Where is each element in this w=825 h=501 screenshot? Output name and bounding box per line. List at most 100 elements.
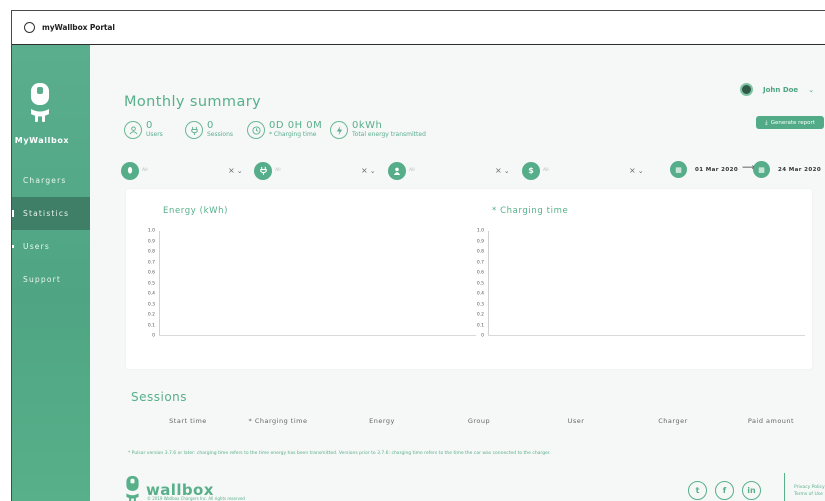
date-end: 24 Mar 2020: [778, 166, 822, 173]
column-header[interactable]: Charger: [658, 417, 688, 425]
y-tick-label: 1.0: [147, 228, 155, 234]
stat-value: 0: [146, 120, 153, 131]
y-tick-label: 0.3: [476, 302, 484, 307]
sidebar-item-label: Users: [23, 242, 51, 251]
user-icon: [388, 161, 406, 180]
user-name: John Doe: [763, 85, 799, 94]
y-tick-label: 0.6: [476, 270, 484, 276]
column-header[interactable]: User: [568, 417, 585, 425]
avatar: [740, 83, 753, 96]
column-header[interactable]: Paid amount: [748, 417, 794, 425]
column-header[interactable]: Group: [468, 417, 490, 425]
column-header[interactable]: Start time: [169, 417, 207, 425]
y-tick-label: 0.1: [147, 323, 155, 328]
stat-value: 0D 0H 0M: [269, 120, 323, 131]
x-axis-line: [488, 335, 805, 336]
sessions-title: Sessions: [131, 390, 188, 404]
twitter-glyph: t: [695, 486, 700, 495]
chart-charging-time-axis: 1.0 0.9 0.8 0.7 0.6 0.5 0.4 0.3 0.2 0.1 0: [469, 228, 805, 339]
date-start-picker[interactable]: ▦ 01 Mar 2020: [670, 161, 738, 178]
main-content: Monthly summary John Doe ⌄ ⤓ Generate re…: [90, 45, 825, 501]
clear-icon[interactable]: ×: [361, 166, 368, 175]
sidebar-brand: MyWallbox: [14, 136, 70, 145]
column-header[interactable]: * Charging time: [249, 417, 308, 425]
filter-value: All: [142, 168, 148, 173]
bolt-icon: [330, 121, 348, 139]
twitter-icon[interactable]: t: [688, 481, 707, 500]
footer-links: Privacy Policy Terms of Use: [794, 484, 825, 498]
chevron-down-icon[interactable]: ⌄: [237, 167, 243, 175]
window-titlebar: myWallbox Portal: [12, 11, 825, 45]
chevron-down-icon[interactable]: ⌄: [370, 167, 376, 175]
stat-label: Total energy transmitted: [352, 131, 426, 138]
facebook-glyph: f: [722, 486, 727, 495]
clear-icon[interactable]: ×: [228, 166, 235, 175]
y-tick-label: 0.9: [147, 239, 155, 244]
stat-sessions: 0 Sessions: [185, 121, 233, 139]
sidebar-item-users[interactable]: Users: [12, 230, 90, 263]
chart-energy-axis: 1.0 0.9 0.8 0.7 0.6 0.5 0.4 0.3 0.2 0.1 0: [140, 228, 476, 339]
x-axis-line: [159, 335, 476, 336]
filter-value: All: [409, 168, 415, 173]
nav-marker: [12, 245, 14, 248]
stat-value: 0kWh: [352, 120, 383, 131]
browser-window: myWallbox Portal MyWallbox Chargers Stat…: [11, 10, 825, 501]
footer-divider: [784, 473, 786, 501]
clear-icon[interactable]: ×: [495, 166, 502, 175]
chevron-down-icon[interactable]: ⌄: [504, 167, 510, 175]
download-icon: ⤓: [765, 118, 768, 126]
y-tick-label: 1.0: [476, 228, 484, 234]
calendar-icon: ▦: [753, 161, 770, 178]
sidebar-item-chargers[interactable]: Chargers: [12, 164, 90, 197]
linkedin-icon[interactable]: in: [742, 481, 761, 500]
charging-time-footnote: * Pulsar version 3.7.6 or later: chargin…: [128, 451, 551, 456]
stat-charging-time: 0D 0H 0M * Charging time: [247, 121, 322, 139]
chart-title-charging-time: * Charging time: [492, 206, 569, 216]
user-icon: [124, 121, 142, 139]
facebook-icon[interactable]: f: [715, 481, 734, 500]
y-tick-label: 0.9: [476, 239, 484, 244]
clear-icon[interactable]: ×: [629, 166, 636, 175]
stat-label: * Charging time: [269, 131, 317, 138]
date-start: 01 Mar 2020: [695, 166, 739, 173]
sidebar-item-label: Support: [23, 275, 62, 284]
app-circle-icon: [24, 22, 35, 33]
wallbox-logo-icon: [31, 83, 49, 122]
charger-icon: ⬮: [121, 161, 139, 180]
active-indicator: [12, 210, 14, 217]
sidebar-item-statistics[interactable]: Statistics: [12, 197, 90, 230]
chevron-down-icon: ⌄: [808, 85, 815, 94]
stat-label: Users: [146, 131, 163, 138]
y-axis-line: [159, 231, 160, 336]
y-tick-label: 0.3: [147, 302, 155, 307]
filter-connector[interactable]: All × ⌄: [254, 161, 376, 180]
date-end-picker[interactable]: ▦ 24 Mar 2020: [753, 161, 821, 178]
column-header[interactable]: Energy: [369, 417, 395, 425]
sidebar: MyWallbox Chargers Statistics Users Supp…: [12, 45, 90, 501]
filter-value: All: [543, 168, 549, 173]
dollar-icon: $: [522, 161, 540, 180]
page-title: Monthly summary: [124, 94, 262, 110]
y-tick-label: 0.8: [476, 249, 484, 255]
sidebar-item-label: Statistics: [23, 209, 70, 218]
filter-user[interactable]: All × ⌄: [388, 161, 510, 180]
sidebar-item-support[interactable]: Support: [12, 263, 90, 296]
filter-charger[interactable]: ⬮ All × ⌄: [121, 161, 243, 180]
chevron-down-icon[interactable]: ⌄: [638, 167, 644, 175]
wallbox-logo-icon: [126, 476, 139, 501]
privacy-policy-link[interactable]: Privacy Policy: [794, 484, 825, 491]
charts-panel: Energy (kWh) * Charging time 1.0 0.9 0.8 0.…: [126, 189, 812, 369]
terms-of-use-link[interactable]: Terms of Use: [794, 491, 825, 498]
y-tick-label: 0.2: [476, 312, 484, 318]
generate-report-label: Generate report: [770, 119, 815, 126]
y-tick-label: 0.5: [147, 281, 155, 286]
copyright: © 2019 Wallbox Chargers Inc. All rights …: [147, 496, 245, 501]
generate-report-button[interactable]: ⤓ Generate report: [756, 116, 824, 129]
y-tick-label: 0.5: [476, 281, 484, 286]
user-menu[interactable]: John Doe ⌄: [740, 83, 814, 96]
stat-value: 0: [207, 120, 214, 131]
filter-price[interactable]: $ All × ⌄: [522, 161, 644, 180]
y-tick-label: 0.1: [476, 323, 484, 328]
clock-icon: [247, 121, 265, 139]
y-tick-label: 0.4: [476, 291, 484, 297]
